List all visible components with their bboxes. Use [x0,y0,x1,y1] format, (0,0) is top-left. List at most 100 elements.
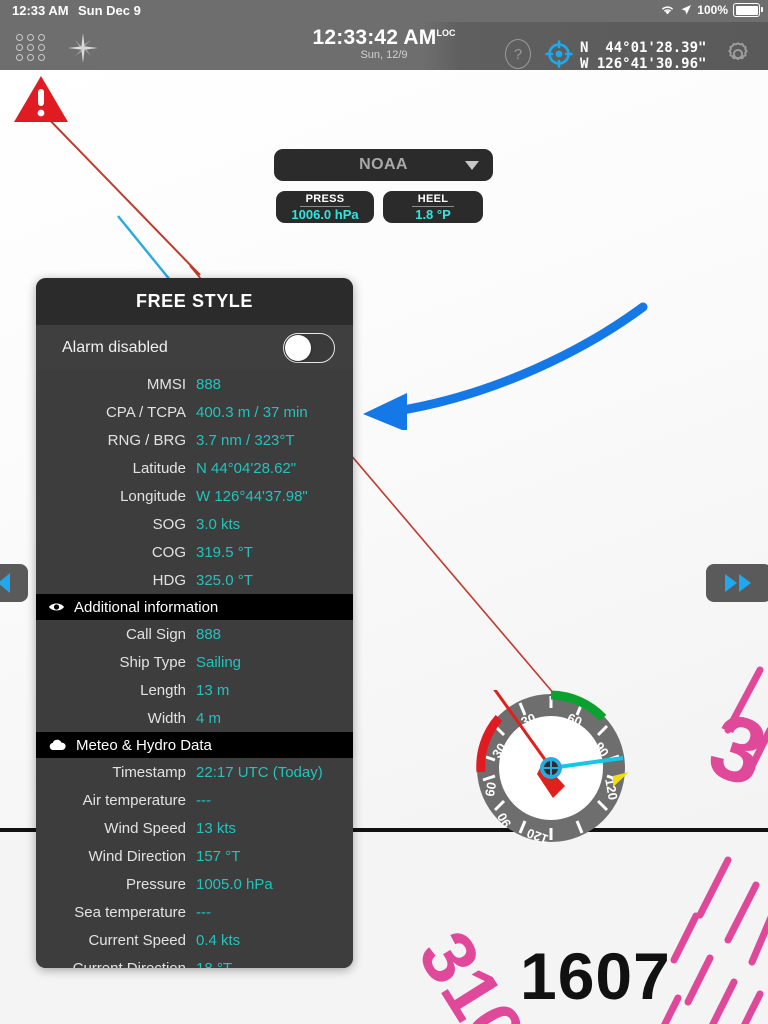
data-row-value: --- [196,791,211,809]
help-question-icon[interactable]: ? [505,39,531,69]
data-row: Latitude N 44°04'28.62" [36,454,353,482]
data-row-value: 3.0 kts [196,515,241,533]
battery-percent-label: 100% [697,3,728,17]
app-toolbar: 12:33:42 AMLOC Sun, 12/9 ? N 44°01'28.39… [0,22,768,72]
data-row: Length 13 m [36,676,353,704]
data-row-key: COG [151,543,186,561]
svg-text:60: 60 [482,781,499,798]
data-row-key: Call Sign [125,625,186,643]
data-row: Wind Speed 13 kts [36,814,353,842]
data-row-key: Current Direction [72,959,186,969]
data-row-value: 319.5 °T [196,543,253,561]
data-row-key: MMSI [146,375,186,393]
data-row: Sea temperature --- [36,898,353,926]
vessel-main-data-list: MMSI 888 CPA / TCPA 400.3 m / 37 min RNG / B… [36,370,353,594]
data-row: Width 4 m [36,704,353,732]
heel-gauge-caption: HEEL [411,193,455,207]
data-row-key: HDG [152,571,186,589]
data-row: Longitude W 126°44'37.98" [36,482,353,510]
data-row-value: 3.7 nm / 323°T [196,431,295,449]
data-row: Pressure 1005.0 hPa [36,870,353,898]
nav-next-button[interactable] [706,564,768,602]
data-row-key: Current Speed [88,931,186,949]
heel-gauge-pill[interactable]: HEEL 1.8 °P [383,191,483,223]
data-row-value: Sailing [196,653,242,671]
meteo-hydro-list: Timestamp 22:17 UTC (Today) Air temperatur… [36,758,353,968]
data-row-key: Sea temperature [74,903,186,921]
location-arrow-icon [680,4,692,16]
data-row: Wind Direction 157 °T [36,842,353,870]
data-row-value: 13 m [196,681,230,699]
data-row: MMSI 888 [36,370,353,398]
gear-icon[interactable] [724,40,752,68]
data-row-key: Width [147,709,186,727]
crosshair-target-icon[interactable] [545,40,573,68]
alarm-toggle-switch[interactable] [283,332,335,363]
alarm-toggle-label: Alarm disabled [62,338,168,356]
meteo-hydro-header[interactable]: Meteo & Hydro Data [36,732,353,758]
alarm-toggle-row[interactable]: Alarm disabled [36,325,353,370]
data-row: Air temperature --- [36,786,353,814]
data-row-key: Timestamp [112,763,186,781]
data-row-key: Wind Speed [104,819,186,837]
data-row-value: 888 [196,625,222,643]
data-row-value: 13 kts [196,819,237,837]
wifi-icon [660,4,675,16]
data-row: RNG / BRG 3.7 nm / 323°T [36,426,353,454]
pressure-gauge-value: 1006.0 hPa [291,206,359,222]
status-bar-indicators: 100% [660,3,763,17]
data-row: Timestamp 22:17 UTC (Today) [36,758,353,786]
data-row-key: Wind Direction [88,847,186,865]
data-row: CPA / TCPA 400.3 m / 37 min [36,398,353,426]
data-row-value: 18 °T [196,959,233,969]
data-row-value: 4 m [196,709,222,727]
toolbar-coordinates: N 44°01'28.39" W 126°41'30.96" [580,40,706,72]
data-row-key: RNG / BRG [107,431,186,449]
heel-gauge-value: 1.8 °P [415,206,451,222]
chart-source-select[interactable]: NOAA [274,149,493,181]
wind-angle-gauge[interactable]: 30 60 90 120 30 60 90 120 [473,690,629,846]
data-row: Call Sign 888 [36,620,353,648]
data-row: HDG 325.0 °T [36,566,353,594]
ios-status-bar: 12:33 AM Sun Dec 9 100% [0,0,768,22]
chevron-left-icon [0,571,15,595]
data-row-value: 400.3 m / 37 min [196,403,308,421]
data-row-value: 1005.0 hPa [196,875,273,893]
additional-information-header[interactable]: Additional information [36,594,353,620]
chevron-double-right-icon [722,571,756,595]
chevron-down-icon [465,161,479,170]
app-screen: 12:33 AM Sun Dec 9 100% 12:33:42 AMLOC S… [0,0,768,1024]
data-row-key: Latitude [132,459,186,477]
data-row-value: 888 [196,375,222,393]
pressure-gauge-caption: PRESS [299,193,351,207]
data-row-key: Ship Type [119,653,186,671]
nav-prev-button[interactable] [0,564,28,602]
data-row-key: Air temperature [82,791,186,809]
data-row-value: 22:17 UTC (Today) [196,763,323,781]
additional-information-list: Call Sign 888 Ship Type Sailing Length 13 m Wi… [36,620,353,732]
pressure-gauge-pill[interactable]: PRESS 1006.0 hPa [276,191,374,223]
additional-information-title: Additional information [74,598,219,616]
data-row-key: CPA / TCPA [105,403,186,421]
cloud-icon [48,739,67,751]
data-row-value: W 126°44'37.98" [196,487,308,505]
data-row-key: Pressure [125,875,186,893]
vessel-detail-panel: FREE STYLE Alarm disabled MMSI 888 CPA / T… [36,278,353,968]
data-row: Ship Type Sailing [36,648,353,676]
data-row: COG 319.5 °T [36,538,353,566]
data-row: Current Direction 18 °T [36,954,353,969]
data-row: SOG 3.0 kts [36,510,353,538]
meteo-hydro-title: Meteo & Hydro Data [76,736,212,754]
data-row-value: 157 °T [196,847,241,865]
data-row-value: N 44°04'28.62" [196,459,297,477]
warning-triangle-icon[interactable] [12,74,70,126]
chart-source-label: NOAA [359,156,408,173]
eye-icon [48,601,65,613]
data-row-value: --- [196,903,211,921]
data-row-key: SOG [152,515,186,533]
data-row-key: Longitude [120,487,186,505]
data-row-value: 0.4 kts [196,931,241,949]
toolbar-clock-suffix: LOC [436,28,456,38]
toolbar-clock-time: 12:33:42 AM [312,26,437,49]
data-row-key: Length [140,681,186,699]
